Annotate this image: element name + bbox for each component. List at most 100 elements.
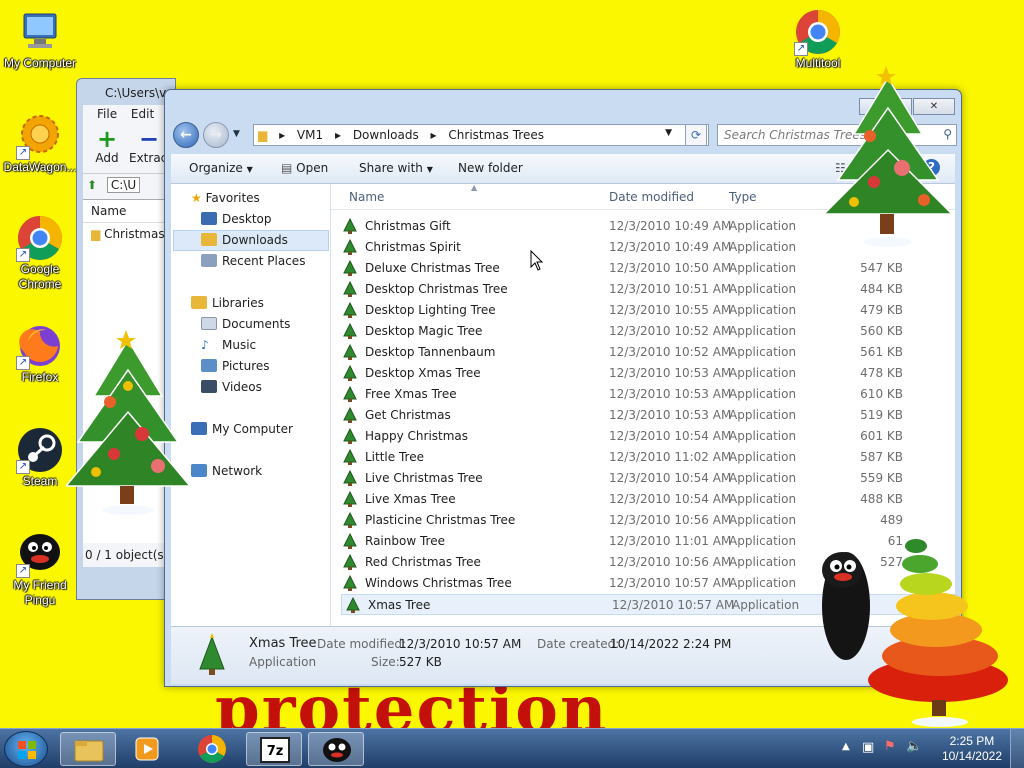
address-bar[interactable]: ▆ ▸ VM1 ▸ Downloads ▸ Christmas Trees ▼	[253, 124, 709, 146]
file-row[interactable]: Happy Christmas 12/3/2010 10:54 AM Applica…	[339, 426, 955, 447]
file-row[interactable]: Free Xmas Tree 12/3/2010 10:53 AM Applicat…	[339, 384, 955, 405]
recent-pages-dropdown[interactable]: ▼	[233, 129, 240, 139]
computer-icon	[16, 8, 64, 56]
file-date-modified: 12/3/2010 10:52 AM	[609, 345, 732, 359]
add-button[interactable]: + Add	[87, 127, 127, 165]
videos-icon	[201, 380, 217, 393]
application-tree-icon	[343, 218, 357, 234]
file-row[interactable]: Desktop Lighting Tree 12/3/2010 10:55 AM A…	[339, 300, 955, 321]
menu-file[interactable]: File	[97, 107, 117, 121]
taskbar-chrome[interactable]	[184, 732, 240, 766]
recent-places-icon	[201, 254, 217, 267]
breadcrumb-vm1[interactable]: VM1	[297, 128, 323, 142]
breadcrumb-downloads[interactable]: Downloads	[353, 128, 419, 142]
desktop-icon-datawagon[interactable]: ↗ DataWagon...	[0, 112, 80, 175]
clock-time: 2:25 PM	[949, 734, 995, 748]
breadcrumb-separator: ▸	[430, 128, 437, 142]
application-tree-icon	[343, 428, 357, 444]
nav-my-computer[interactable]: My Computer	[191, 422, 293, 436]
file-row[interactable]: Deluxe Christmas Tree 12/3/2010 10:50 AM A…	[339, 258, 955, 279]
file-name: Desktop Xmas Tree	[365, 366, 481, 380]
nav-downloads-label: Downloads	[222, 233, 288, 247]
breadcrumb-separator: ▸	[334, 128, 341, 142]
nav-desktop[interactable]: Desktop	[201, 212, 272, 226]
file-row[interactable]: Desktop Magic Tree 12/3/2010 10:52 AM Appl…	[339, 321, 955, 342]
share-with-button[interactable]: Share with ▼	[359, 161, 433, 175]
pingu-spiral-tree-widget[interactable]	[808, 510, 1008, 728]
desktop-icon-my-computer[interactable]: My Computer	[0, 8, 80, 71]
file-row[interactable]: Desktop Xmas Tree 12/3/2010 10:53 AM Appli…	[339, 363, 955, 384]
nav-music[interactable]: ♪ Music	[201, 338, 256, 352]
network-tray-icon[interactable]: ▣	[862, 740, 874, 755]
application-tree-icon	[343, 575, 357, 591]
taskbar-media-player[interactable]	[120, 732, 176, 766]
file-name: Red Christmas Tree	[365, 555, 481, 569]
extract-button[interactable]: − Extract	[129, 127, 169, 165]
file-row[interactable]: Live Xmas Tree 12/3/2010 10:54 AM Applicat…	[339, 489, 955, 510]
volume-icon[interactable]: 🔈	[906, 739, 922, 754]
nav-videos[interactable]: Videos	[201, 380, 262, 394]
7zip-list-item[interactable]: ▆ Christmas	[83, 223, 169, 245]
svg-text:7z: 7z	[267, 744, 284, 759]
file-row[interactable]: Desktop Tannenbaum 12/3/2010 10:52 AM Appl…	[339, 342, 955, 363]
nav-network[interactable]: Network	[191, 464, 262, 478]
clock[interactable]: 2:25 PM 10/14/2022	[942, 734, 1002, 764]
desktop-icon	[201, 212, 217, 225]
file-row[interactable]: Desktop Christmas Tree 12/3/2010 10:51 AM…	[339, 279, 955, 300]
minus-icon: −	[138, 127, 160, 153]
menu-edit[interactable]: Edit	[131, 107, 154, 121]
system-tray: ▲ ▣ ⚑ 🔈 2:25 PM 10/14/2022	[834, 729, 1024, 768]
network-icon	[191, 464, 207, 477]
organize-button[interactable]: Organize ▼	[189, 161, 253, 175]
file-row[interactable]: Live Christmas Tree 12/3/2010 10:54 AM App…	[339, 468, 955, 489]
7zip-column-name[interactable]: Name	[83, 200, 169, 223]
column-type[interactable]: Type	[729, 190, 757, 204]
show-desktop-button[interactable]	[1010, 729, 1024, 768]
details-date-modified-label: Date modified:	[317, 637, 407, 651]
file-name: Happy Christmas	[365, 429, 469, 443]
taskbar-explorer[interactable]	[60, 732, 116, 766]
folder-icon: ▆	[258, 128, 268, 142]
address-dropdown-icon[interactable]: ▼	[665, 128, 672, 138]
file-type: Application	[729, 324, 797, 338]
nav-pictures[interactable]: Pictures	[201, 359, 270, 373]
christmas-tree-widget[interactable]	[824, 64, 954, 252]
up-folder-icon[interactable]: ⬆	[87, 178, 97, 192]
file-row[interactable]: Get Christmas 12/3/2010 10:53 AM Applicati…	[339, 405, 955, 426]
nav-recent-places[interactable]: Recent Places	[201, 254, 305, 268]
forward-button[interactable]: →	[203, 122, 229, 148]
refresh-button[interactable]: ⟳	[685, 124, 707, 146]
back-button[interactable]: ←	[173, 122, 199, 148]
nav-downloads[interactable]: Downloads	[173, 230, 329, 251]
application-tree-icon	[343, 386, 357, 402]
desktop-icon-google-chrome[interactable]: ↗ Google Chrome	[0, 214, 80, 292]
open-button[interactable]: ▤ Open	[281, 161, 328, 175]
file-date-modified: 12/3/2010 10:56 AM	[609, 513, 732, 527]
breadcrumb-christmas-trees[interactable]: Christmas Trees	[448, 128, 544, 142]
shortcut-arrow-icon: ↗	[794, 42, 808, 56]
column-date-modified[interactable]: Date modified	[609, 190, 694, 204]
downloads-folder-icon	[201, 233, 217, 246]
file-size: 519 KB	[860, 408, 903, 422]
new-folder-button[interactable]: New folder	[458, 161, 523, 175]
file-row[interactable]: Little Tree 12/3/2010 11:02 AM Application…	[339, 447, 955, 468]
column-name[interactable]: Name	[349, 190, 384, 204]
file-size: 559 KB	[860, 471, 903, 485]
desktop-icon-multitool[interactable]: ↗ Multitool	[778, 8, 858, 71]
file-date-modified: 12/3/2010 10:57 AM	[612, 598, 735, 612]
start-button[interactable]	[4, 731, 48, 767]
7zip-path: C:\U	[106, 177, 141, 193]
file-name: Rainbow Tree	[365, 534, 445, 548]
show-hidden-icons[interactable]: ▲	[842, 741, 850, 752]
taskbar-7zip[interactable]: 7z	[246, 732, 302, 766]
christmas-tree-widget[interactable]	[66, 326, 192, 518]
documents-icon	[201, 317, 217, 330]
desktop-icon-my-friend-pingu[interactable]: ↗ My Friend Pingu	[0, 530, 80, 608]
7zip-path-bar[interactable]: ⬆ C:\U	[83, 173, 169, 199]
taskbar-pingu[interactable]	[308, 732, 364, 766]
nav-documents[interactable]: Documents	[201, 317, 290, 331]
shortcut-arrow-icon: ↗	[16, 146, 30, 160]
nav-libraries[interactable]: Libraries	[191, 296, 264, 310]
nav-favorites[interactable]: ★ Favorites	[191, 191, 260, 205]
action-center-icon[interactable]: ⚑	[884, 739, 896, 754]
